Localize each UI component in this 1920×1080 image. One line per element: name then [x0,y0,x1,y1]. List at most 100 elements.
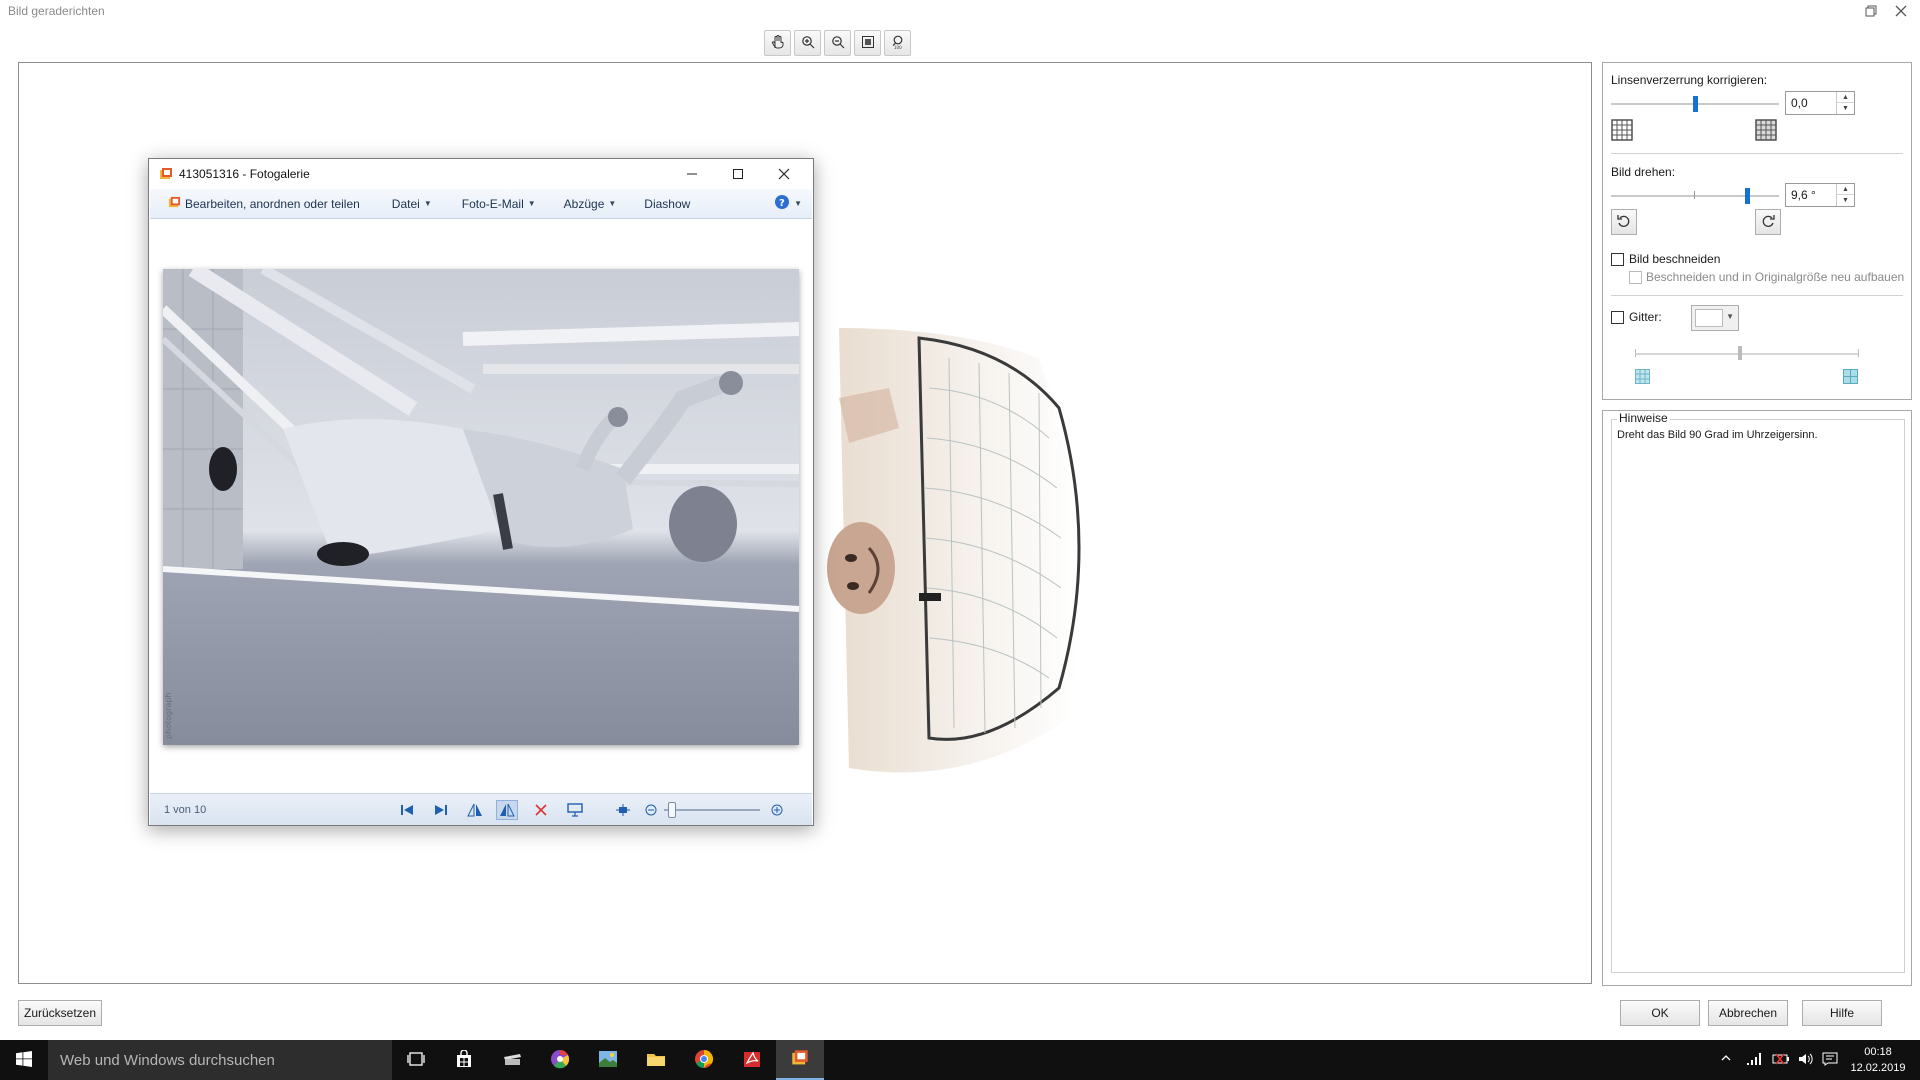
grid-color-picker[interactable]: ▼ [1691,305,1739,331]
svg-text:?: ? [779,198,785,209]
help-menu[interactable]: ? ▼ [774,194,802,213]
prints-menu[interactable]: Abzüge ▼ [564,197,617,211]
grid-label: Gitter: [1629,310,1662,324]
actual-size-button[interactable]: 100 [884,30,911,56]
slideshow-button[interactable]: Diashow [644,197,690,211]
task-view-button[interactable] [392,1040,440,1080]
large-grid-icon [1843,369,1858,387]
windows-logo-icon [16,1050,32,1070]
distorted-photo-preview [809,268,1119,808]
taskbar-clock[interactable]: 00:18 12.02.2019 [1848,1044,1908,1076]
rotate-slider[interactable] [1611,188,1779,204]
title-bar: Bild geraderichten [0,0,1920,22]
rotate-right-icon[interactable] [496,800,518,820]
ok-button[interactable]: OK [1620,1000,1700,1026]
divider [1611,153,1903,154]
file-explorer-app[interactable] [632,1040,680,1080]
gallery-photo[interactable]: photograph [163,269,799,745]
edit-arrange-share-label: Bearbeiten, anordnen oder teilen [185,196,360,211]
fit-view-icon[interactable] [612,800,634,820]
edit-arrange-share-menu[interactable]: Bearbeiten, anordnen oder teilen [168,196,360,212]
lens-distortion-value[interactable]: 0,0 [1791,96,1808,110]
gallery-taskbar-icon [790,1049,810,1070]
pdf-app[interactable] [728,1040,776,1080]
lens-distortion-thumb[interactable] [1693,96,1698,112]
chevron-up-icon[interactable] [1720,1052,1732,1067]
slider-center-tick [1694,191,1695,199]
rotate-left-icon[interactable] [464,800,486,820]
gallery-app-icon [159,167,173,184]
file-menu[interactable]: Datei ▼ [392,197,432,211]
restore-icon[interactable] [1856,0,1886,22]
zoom-slider-thumb[interactable] [668,802,676,818]
lens-distortion-slider[interactable] [1611,96,1779,112]
slideshow-label: Diashow [644,196,691,211]
hints-title: Hinweise [1617,411,1670,425]
spin-down-icon[interactable]: ▼ [1837,195,1854,206]
help-button[interactable]: Hilfe [1802,1000,1882,1026]
lens-distortion-spinner[interactable]: 0,0 ▲ ▼ [1785,91,1855,115]
settings-panel: Linsenverzerrung korrigieren: 0,0 ▲ ▼ Bi… [1602,62,1912,400]
task-view-icon [407,1051,425,1069]
slideshow-icon[interactable] [564,800,586,820]
rotate-value[interactable]: 9,6 ° [1791,188,1816,202]
fit-to-window-button[interactable] [854,30,881,56]
zoom-out-small-icon[interactable] [640,800,662,820]
photo-gallery-taskbar-app[interactable] [776,1040,824,1080]
rotate-clockwise-button[interactable] [1755,209,1781,235]
battery-icon[interactable] [1772,1052,1790,1069]
chrome-app[interactable] [680,1040,728,1080]
pan-tool-button[interactable] [764,30,791,56]
zoom-in-button[interactable] [794,30,821,56]
gallery-edit-icon [168,196,181,212]
gallery-close-icon[interactable] [761,161,807,187]
delete-icon[interactable] [530,800,552,820]
photo-viewer-app[interactable] [584,1040,632,1080]
picasa-icon [550,1049,570,1072]
store-app[interactable] [440,1040,488,1080]
rotate-thumb[interactable] [1745,188,1750,204]
chevron-down-icon: ▼ [1726,312,1734,321]
media-app[interactable] [488,1040,536,1080]
notification-icon[interactable] [1822,1052,1838,1069]
grid-checkbox[interactable] [1611,311,1624,324]
picasa-app[interactable] [536,1040,584,1080]
rotate-counterclockwise-button[interactable] [1611,209,1637,235]
spin-up-icon[interactable]: ▲ [1837,184,1854,195]
start-button[interactable] [0,1040,48,1080]
chevron-down-icon: ▼ [608,199,617,208]
next-photo-icon[interactable] [430,800,452,820]
crop-rebuild-checkbox[interactable] [1629,271,1642,284]
chrome-icon [694,1049,714,1072]
photo-email-menu[interactable]: Foto-E-Mail ▼ [462,197,536,211]
taskbar-search[interactable]: Web und Windows durchsuchen [48,1040,392,1080]
network-icon[interactable] [1746,1052,1762,1069]
photo-email-label: Foto-E-Mail [461,196,524,211]
zoom-out-button[interactable] [824,30,851,56]
previous-photo-icon[interactable] [396,800,418,820]
rotate-spinner[interactable]: 9,6 ° ▲ ▼ [1785,183,1855,207]
chevron-down-icon: ▼ [423,199,432,208]
close-icon[interactable] [1886,0,1916,22]
zoom-in-small-icon[interactable] [766,800,788,820]
hand-icon [771,34,785,52]
lens-distortion-label: Linsenverzerrung korrigieren: [1611,73,1768,87]
slider-end-tick [1635,349,1636,357]
minimize-icon[interactable] [669,161,715,187]
volume-icon[interactable] [1798,1052,1814,1069]
pdf-icon [742,1049,762,1072]
spin-down-icon[interactable]: ▼ [1837,103,1854,114]
maximize-icon[interactable] [715,161,761,187]
hints-text: Dreht das Bild 90 Grad im Uhrzeigersinn. [1617,429,1818,441]
reset-button[interactable]: Zurücksetzen [18,1000,102,1026]
photo-gallery-window[interactable]: 413051316 - Fotogalerie Bearbeiten, anor… [148,158,814,826]
cancel-button[interactable]: Abbrechen [1708,1000,1788,1026]
spin-up-icon[interactable]: ▲ [1837,92,1854,103]
hints-box [1611,419,1905,973]
grid-size-thumb[interactable] [1738,346,1742,360]
zoom-slider[interactable] [664,802,760,818]
crop-image-checkbox[interactable] [1611,253,1624,266]
file-menu-label: Datei [391,196,420,211]
photo-counter: 1 von 10 [164,804,207,816]
grid-size-slider[interactable] [1635,346,1859,360]
